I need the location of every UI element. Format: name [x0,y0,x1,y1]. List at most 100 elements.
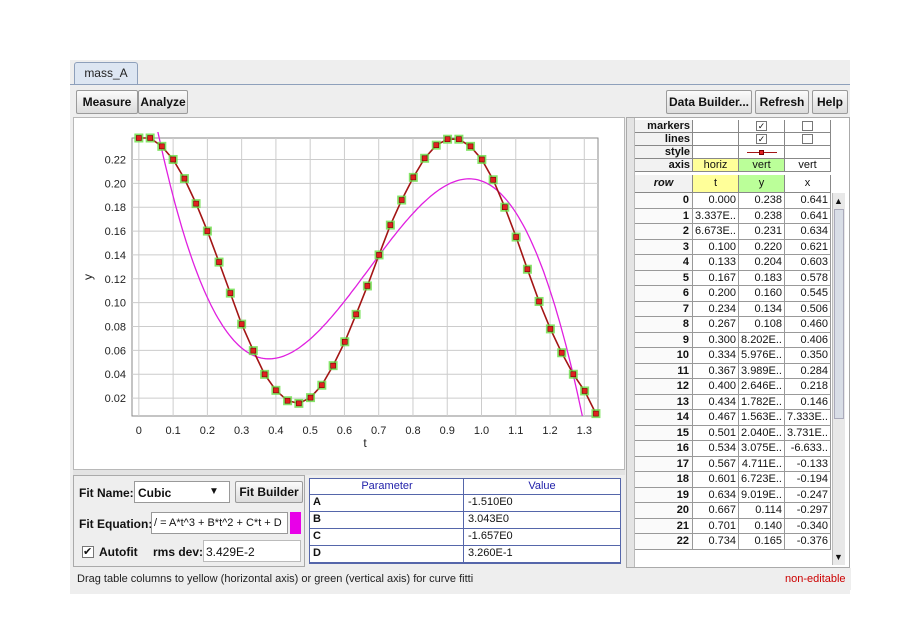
fit-equation-field[interactable]: / = A*t^3 + B*t^2 + C*t + D [151,512,288,534]
fit-name-select[interactable]: Cubic ▼ [134,481,230,503]
scroll-down-icon[interactable]: ▼ [832,551,845,563]
axis-cell[interactable]: horiz [693,159,739,172]
table-cell[interactable]: 0.000 [693,193,739,209]
table-cell[interactable]: -0.297 [785,503,831,519]
table-cell[interactable]: 3.731E.. [785,425,831,441]
fit-color-swatch[interactable] [290,512,301,534]
table-cell[interactable]: 0.601 [693,472,739,488]
table-cell[interactable]: 0.634 [693,487,739,503]
table-cell[interactable]: 0.114 [739,503,785,519]
table-cell[interactable]: 0.133 [693,255,739,271]
table-cell[interactable]: 0.734 [693,534,739,550]
table-cell[interactable]: 0.140 [739,518,785,534]
table-cell[interactable]: 0.634 [785,224,831,240]
table-cell[interactable]: 0.220 [739,239,785,255]
table-cell[interactable]: 0.460 [785,317,831,333]
table-cell[interactable]: 0.183 [739,270,785,286]
table-cell[interactable]: 9.019E.. [739,487,785,503]
table-cell[interactable]: 0.701 [693,518,739,534]
checkbox[interactable] [802,134,813,144]
scroll-up-icon[interactable]: ▲ [832,195,845,207]
table-cell[interactable]: 0.434 [693,394,739,410]
fit-builder-button[interactable]: Fit Builder [235,481,303,503]
checkbox[interactable] [802,121,813,131]
scrollbar-thumb[interactable] [834,209,844,419]
table-cell[interactable]: 0.621 [785,239,831,255]
table-cell[interactable]: 0.467 [693,410,739,426]
table-cell[interactable]: 0.567 [693,456,739,472]
table-cell[interactable]: 0.238 [739,193,785,209]
measure-button[interactable]: Measure [76,90,138,114]
table-cell[interactable]: 0.400 [693,379,739,395]
table-cell[interactable]: 0.284 [785,363,831,379]
table-cell[interactable]: 0.165 [739,534,785,550]
table-cell[interactable]: 8.202E.. [739,332,785,348]
table-cell[interactable]: 7.333E.. [785,410,831,426]
table-cell[interactable]: 6.673E.. [693,224,739,240]
table-cell[interactable]: 0.146 [785,394,831,410]
column-header-x[interactable]: x [785,175,831,193]
table-cell[interactable]: -0.340 [785,518,831,534]
table-cell[interactable]: 0.501 [693,425,739,441]
table-cell[interactable]: 0.231 [739,224,785,240]
parameter-row[interactable]: D 3.260E-1 [310,546,620,563]
plot-panel[interactable]: 0 0.1 0.2 0.3 0.4 0.5 0.6 0.7 0.8 0.9 1.0 1.1 1.2 1.3… [73,117,625,470]
table-cell[interactable]: 0.200 [693,286,739,302]
axis-cell[interactable]: vert [785,159,831,172]
data-plot[interactable]: 0 0.1 0.2 0.3 0.4 0.5 0.6 0.7 0.8 0.9 1.0 1.1 1.2 1.3… [74,118,624,469]
table-cell[interactable]: 0.108 [739,317,785,333]
analyze-button[interactable]: Analyze [138,90,188,114]
column-header-t[interactable]: t [693,175,739,193]
table-cell[interactable]: 0.160 [739,286,785,302]
table-cell[interactable]: -0.247 [785,487,831,503]
table-cell[interactable]: 0.350 [785,348,831,364]
table-cell[interactable]: -0.194 [785,472,831,488]
table-cell[interactable]: 0.506 [785,301,831,317]
table-cell[interactable]: 5.976E.. [739,348,785,364]
table-cell[interactable]: 0.578 [785,270,831,286]
table-cell[interactable]: 2.646E.. [739,379,785,395]
table-cell[interactable]: 0.406 [785,332,831,348]
table-cell[interactable]: 0.603 [785,255,831,271]
table-cell[interactable]: 1.563E.. [739,410,785,426]
tab-mass-a[interactable]: mass_A [74,62,138,84]
table-cell[interactable]: 0.238 [739,208,785,224]
table-cell[interactable]: 2.040E.. [739,425,785,441]
table-cell[interactable]: 0.100 [693,239,739,255]
table-cell[interactable]: 3.989E.. [739,363,785,379]
parameter-row[interactable]: B 3.043E0 [310,512,620,529]
column-header-y[interactable]: y [739,175,785,193]
table-cell[interactable]: 0.367 [693,363,739,379]
parameter-row[interactable]: A -1.510E0 [310,495,620,512]
table-cell[interactable]: 0.267 [693,317,739,333]
table-cell[interactable]: 6.723E.. [739,472,785,488]
axis-cell[interactable]: vert [739,159,785,172]
checkbox-checked[interactable]: ✓ [756,134,767,144]
table-cell[interactable]: -6.633.. [785,441,831,457]
refresh-button[interactable]: Refresh [755,90,809,114]
table-cell[interactable]: 0.534 [693,441,739,457]
table-cell[interactable]: 0.167 [693,270,739,286]
table-cell[interactable]: -0.376 [785,534,831,550]
chevron-down-icon[interactable]: ▼ [209,486,219,497]
table-cell[interactable]: 0.641 [785,208,831,224]
parameter-row[interactable]: C -1.657E0 [310,529,620,546]
table-cell[interactable]: 0.545 [785,286,831,302]
data-table[interactable]: markers lines style axis ✓ ✓ horiz vert vert row t… [626,117,850,568]
value-header[interactable]: Value [464,479,620,495]
table-cell[interactable]: 3.337E.. [693,208,739,224]
parameter-header[interactable]: Parameter [310,479,464,495]
table-cell[interactable]: 4.711E.. [739,456,785,472]
table-cell[interactable]: 1.782E.. [739,394,785,410]
table-cell[interactable]: -0.133 [785,456,831,472]
checkbox-checked[interactable]: ✓ [756,121,767,131]
table-cell[interactable]: 0.234 [693,301,739,317]
marker-style-indicator[interactable] [759,150,764,155]
table-cell[interactable]: 0.218 [785,379,831,395]
table-cell[interactable]: 0.134 [739,301,785,317]
table-cell[interactable]: 0.641 [785,193,831,209]
autofit-checkbox[interactable]: ✔ [82,546,94,558]
help-button[interactable]: Help [812,90,848,114]
table-cell[interactable]: 0.300 [693,332,739,348]
data-builder-button[interactable]: Data Builder... [666,90,752,114]
